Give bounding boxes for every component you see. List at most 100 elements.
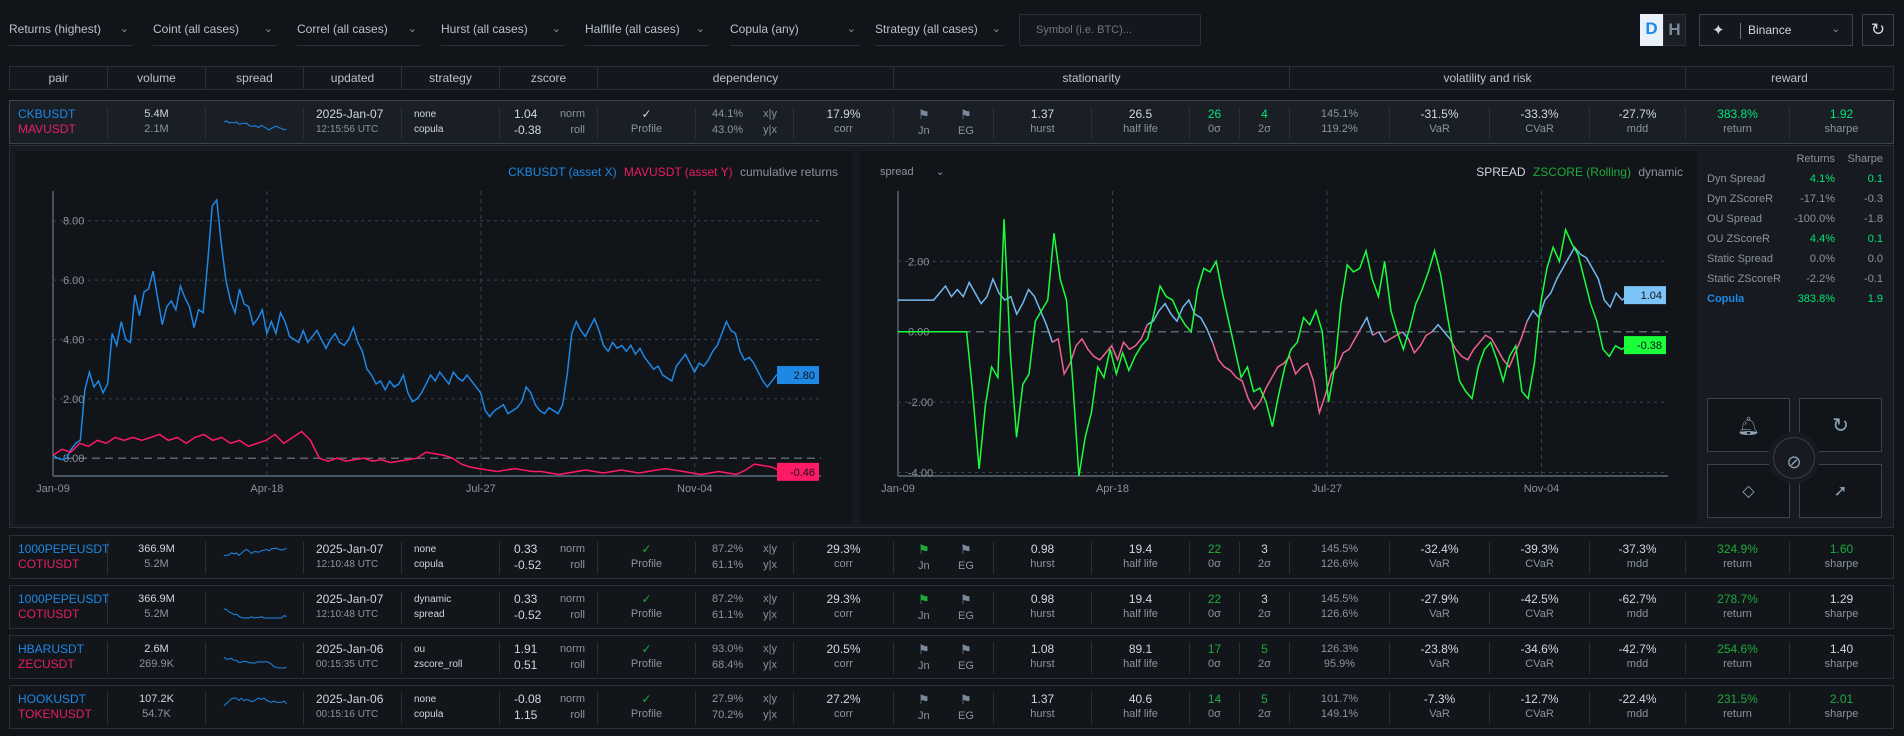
col-volatility-risk: volatility and risk — [1290, 67, 1686, 89]
johansen-label: Jn — [918, 660, 930, 672]
strategy-filter-dropdown[interactable]: Strategy (all cases) ⌄ — [875, 14, 1005, 46]
johansen-flag-icon: ⚑ — [918, 692, 930, 707]
hurst-filter-dropdown[interactable]: Hurst (all cases) ⌄ — [441, 14, 565, 46]
dep-yx: 68.4% — [712, 659, 744, 671]
zero-sigma-cell: 14 0σ — [1190, 692, 1240, 724]
series-line-spread — [1407, 331, 1433, 355]
hurst-label: hurst — [1030, 608, 1055, 620]
asset-y[interactable]: MAVUSDT — [10, 122, 107, 137]
table-row[interactable]: 1000PEPEUSDT COTIUSDT 366.9M 5.2M 2025-Jan… — [9, 585, 1894, 629]
cumulative-returns-svg[interactable]: 0.00 2.00 4.00 6.00 8.00 Jan-09 Apr-18 Jul-27 No… — [15, 151, 852, 524]
strategy-cell: none copula — [402, 107, 500, 139]
strategy-name: Dyn Spread — [1707, 173, 1766, 185]
col-zscore[interactable]: zscore — [500, 67, 598, 89]
halflife-filter-dropdown[interactable]: Halflife (all cases) ⌄ — [585, 14, 709, 46]
col-strategy[interactable]: strategy — [402, 67, 500, 89]
strategy-sharpe: 0.1 — [1867, 233, 1883, 245]
zero-sigma-label: 0σ — [1208, 558, 1221, 570]
table-row[interactable]: HOOKUSDT TOKENUSDT 107.2K 54.7K 2025-Jan-0… — [9, 685, 1894, 729]
halflife-value: 40.6 — [1128, 692, 1153, 706]
table-row[interactable]: CKBUSDT MAVUSDT 5.4M 2.1M 2025-Jan-07 12:15… — [9, 100, 1894, 144]
profile-link[interactable]: Profile — [598, 557, 695, 572]
asset-x[interactable]: CKBUSDT — [10, 107, 107, 122]
norm-label: norm — [559, 643, 585, 655]
zero-sigma-cell: 22 0σ — [1190, 542, 1240, 574]
col-spread[interactable]: spread — [206, 67, 304, 89]
correl-filter-dropdown[interactable]: Correl (all cases) ⌄ — [297, 14, 421, 46]
col-volume[interactable]: volume — [108, 67, 206, 89]
engle-granger-flag-icon: ⚑ — [960, 107, 972, 122]
series-line-spread — [1378, 331, 1386, 343]
table-row[interactable]: 1000PEPEUSDT COTIUSDT 366.9M 5.2M 2025-Jan… — [9, 535, 1894, 579]
chevron-down-icon: ⌄ — [695, 23, 705, 35]
updated-cell: 2025-Jan-06 00:15:35 UTC — [304, 642, 402, 674]
pair-cell: HBARUSDT ZECUSDT — [10, 642, 108, 674]
coint-cell: ⚑ Jn ⚑ EG — [894, 542, 994, 574]
hurst-cell: 1.08 hurst — [994, 642, 1092, 674]
col-pair[interactable]: pair — [10, 67, 108, 89]
spread-zscore-svg[interactable]: -4.00 -2.00 0.00 2.00 Jan-09 Apr-18 Jul-27 Nov-… — [860, 151, 1697, 524]
profile-cell[interactable]: ✓ Profile — [598, 107, 696, 139]
col-reward: reward — [1771, 71, 1808, 85]
coint-cell: ⚑ Jn ⚑ EG — [894, 107, 994, 139]
refresh-button[interactable]: ↻ — [1862, 14, 1894, 46]
mdd-label: mdd — [1626, 658, 1649, 670]
asset-y[interactable]: COTIUSDT — [10, 557, 107, 572]
copula-filter-dropdown[interactable]: Copula (any) ⌄ — [730, 14, 860, 46]
updated-cell: 2025-Jan-07 12:10:48 UTC — [304, 542, 402, 574]
updated-date: 2025-Jan-07 — [316, 107, 384, 121]
profile-cell[interactable]: ✓ Profile — [598, 692, 696, 724]
spread-sparkline — [223, 697, 287, 707]
col-updated[interactable]: updated — [304, 67, 402, 89]
return-value: 278.7% — [1717, 592, 1758, 606]
strategy-sharpe: 1.9 — [1867, 293, 1883, 305]
asset-x[interactable]: HBARUSDT — [10, 642, 107, 657]
asset-y[interactable]: ZECUSDT — [10, 657, 107, 672]
table-row[interactable]: HBARUSDT ZECUSDT 2.6M 269.9K 2025-Jan-06 00… — [9, 635, 1894, 679]
profile-cell[interactable]: ✓ Profile — [598, 592, 696, 624]
zscore-roll: -0.52 — [514, 558, 542, 572]
corr-cell: 29.3% corr — [794, 542, 894, 574]
asset-y[interactable]: TOKENUSDT — [10, 707, 107, 722]
x-tick-label: Apr-18 — [1096, 483, 1129, 495]
coint-filter-dropdown[interactable]: Coint (all cases) ⌄ — [153, 14, 277, 46]
asset-x[interactable]: 1000PEPEUSDT — [10, 542, 109, 557]
divider — [1740, 23, 1741, 39]
timeframe-hourly-toggle[interactable]: H — [1663, 14, 1686, 46]
search-placeholder: Symbol (i.e. BTC)... — [1036, 24, 1132, 36]
asset-x[interactable]: HOOKUSDT — [10, 692, 107, 707]
strategy-sharpe: 0.1 — [1867, 173, 1883, 185]
strategy-return: -100.0% — [1794, 213, 1835, 225]
return-value: 231.5% — [1717, 692, 1758, 706]
strategy-name: Static Spread — [1707, 253, 1774, 265]
zscore-cell: 1.04 -0.38 norm roll — [500, 107, 598, 139]
volatility-y: 119.2% — [1321, 123, 1358, 135]
disable-button[interactable]: ⊘ — [1768, 432, 1820, 484]
dep-yx: 61.1% — [712, 559, 744, 571]
volume-y: 54.7K — [142, 708, 171, 720]
zero-sigma-count: 22 — [1207, 542, 1222, 556]
exchange-select[interactable]: ✦ Binance ⌄ — [1699, 14, 1853, 46]
profile-link[interactable]: Profile — [598, 657, 695, 672]
chevron-down-icon: ⌄ — [1831, 24, 1840, 35]
updated-cell: 2025-Jan-07 12:15:56 UTC — [304, 107, 402, 139]
check-icon: ✓ — [641, 592, 652, 606]
mdd-cell: -62.7% mdd — [1590, 592, 1686, 624]
x-tick-label: Apr-18 — [250, 483, 283, 495]
profile-link[interactable]: Profile — [598, 707, 695, 722]
asset-y[interactable]: COTIUSDT — [10, 607, 107, 622]
return-cell: 231.5% return — [1686, 692, 1790, 724]
asset-x[interactable]: 1000PEPEUSDT — [10, 592, 109, 607]
diamond-icon: ◇ — [1742, 483, 1755, 500]
profile-cell[interactable]: ✓ Profile — [598, 542, 696, 574]
profile-cell[interactable]: ✓ Profile — [598, 642, 696, 674]
sort-returns-dropdown[interactable]: Returns (highest) ⌄ — [9, 14, 133, 46]
profile-link[interactable]: Profile — [598, 607, 695, 622]
johansen-label: Jn — [918, 125, 930, 137]
timeframe-daily-toggle[interactable]: D — [1640, 14, 1663, 46]
symbol-search-input[interactable]: Symbol (i.e. BTC)... — [1019, 14, 1201, 46]
profile-link[interactable]: Profile — [598, 122, 695, 137]
series-selector[interactable]: spread ⌄ — [880, 165, 945, 178]
coint-cell: ⚑ Jn ⚑ EG — [894, 592, 994, 624]
strategy-cell: none copula — [402, 542, 500, 574]
